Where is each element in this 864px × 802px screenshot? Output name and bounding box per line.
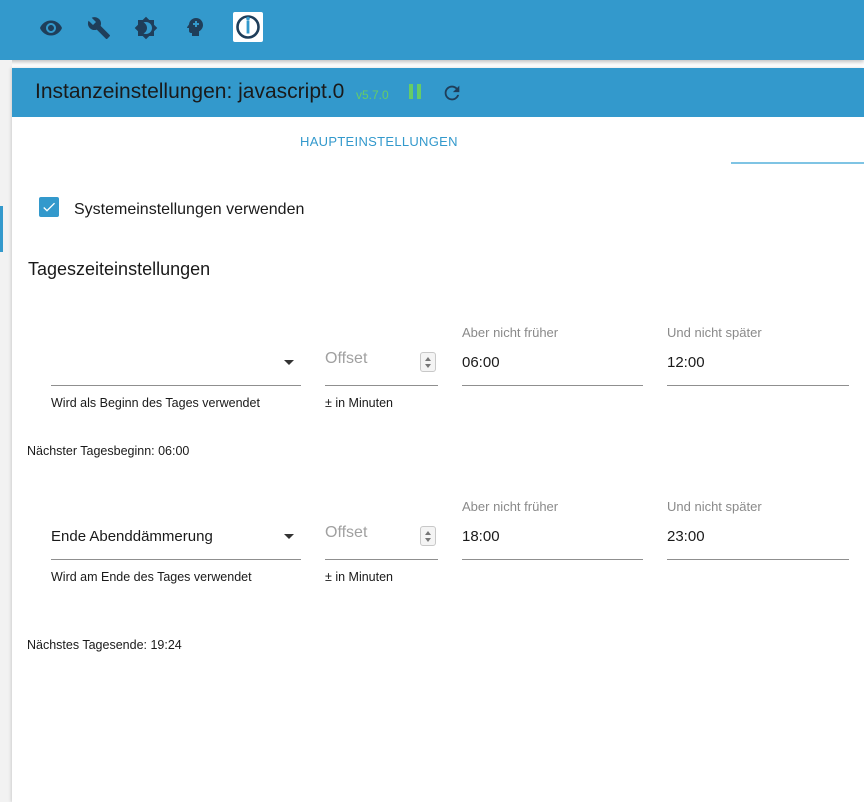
day-start-select[interactable] xyxy=(51,340,301,386)
panel-title: Instanzeinstellungen: javascript.0 xyxy=(35,80,345,103)
pause-button[interactable] xyxy=(407,83,425,101)
tab-main-settings[interactable]: HAUPTEINSTELLUNGEN xyxy=(300,134,458,149)
chevron-down-icon xyxy=(284,360,294,365)
iobroker-logo-icon xyxy=(236,15,260,39)
brightness-icon[interactable] xyxy=(132,14,160,42)
day-end-not-before-underline xyxy=(462,559,643,560)
iobroker-logo[interactable] xyxy=(233,12,263,42)
day-end-not-after-label: Und nicht später xyxy=(667,499,762,514)
day-end-select-value: Ende Abenddämmerung xyxy=(51,528,213,545)
day-end-not-before-label: Aber nicht früher xyxy=(462,499,559,514)
day-end-offset-placeholder: Offset xyxy=(325,524,368,541)
day-end-not-after-value: 23:00 xyxy=(667,528,705,545)
panel-header: Instanzeinstellungen: javascript.0 v5.7.… xyxy=(12,68,864,117)
day-end-offset-input[interactable]: Offset xyxy=(325,514,438,560)
day-start-not-before-input[interactable]: 06:00 xyxy=(462,340,643,386)
day-end-offset-helper: ± in Minuten xyxy=(325,570,394,584)
next-day-start-info: Nächster Tagesbeginn: 06:00 xyxy=(27,444,190,458)
day-start-offset-placeholder: Offset xyxy=(325,350,368,367)
version-badge: v5.7.0 xyxy=(356,88,389,102)
day-end-offset-underline xyxy=(325,559,438,560)
next-day-end-info: Nächstes Tagesende: 19:24 xyxy=(27,638,182,652)
day-start-offset-stepper[interactable] xyxy=(420,352,436,372)
reload-button[interactable] xyxy=(441,82,463,104)
eye-icon[interactable] xyxy=(37,14,65,42)
tab-indicator xyxy=(731,162,864,164)
day-start-select-helper: Wird als Beginn des Tages verwendet xyxy=(51,396,260,410)
day-start-not-after-value: 12:00 xyxy=(667,354,705,371)
day-end-not-after-input[interactable]: 23:00 xyxy=(667,514,849,560)
day-start-offset-underline xyxy=(325,385,438,386)
day-end-not-before-value: 18:00 xyxy=(462,528,500,545)
day-start-not-after-underline xyxy=(667,385,849,386)
day-end-not-before-input[interactable]: 18:00 xyxy=(462,514,643,560)
day-end-select-helper: Wird am Ende des Tages verwendet xyxy=(51,570,252,584)
day-end-select-underline xyxy=(51,559,301,560)
day-start-not-after-input[interactable]: 12:00 xyxy=(667,340,849,386)
head-icon[interactable] xyxy=(181,14,209,42)
check-icon xyxy=(43,202,55,212)
day-start-not-after-label: Und nicht später xyxy=(667,325,762,340)
day-start-not-before-label: Aber nicht früher xyxy=(462,325,559,340)
chevron-down-icon xyxy=(284,534,294,539)
use-system-settings-label: Systemeinstellungen verwenden xyxy=(74,201,305,218)
reload-icon xyxy=(444,85,460,101)
day-start-not-before-underline xyxy=(462,385,643,386)
top-toolbar xyxy=(0,0,864,60)
sidebar-active-indicator xyxy=(0,206,3,252)
day-start-offset-helper: ± in Minuten xyxy=(325,396,394,410)
instance-settings-panel: Instanzeinstellungen: javascript.0 v5.7.… xyxy=(12,68,864,802)
day-end-select[interactable]: Ende Abenddämmerung xyxy=(51,514,301,560)
left-sidebar xyxy=(0,60,12,802)
wrench-icon[interactable] xyxy=(85,14,113,42)
day-end-offset-stepper[interactable] xyxy=(420,526,436,546)
daytime-section-title: Tageszeiteinstellungen xyxy=(28,259,211,279)
day-start-select-underline xyxy=(51,385,301,386)
use-system-settings-checkbox[interactable] xyxy=(39,197,59,217)
day-start-not-before-value: 06:00 xyxy=(462,354,500,371)
day-end-not-after-underline xyxy=(667,559,849,560)
pause-icon xyxy=(409,84,413,99)
day-start-offset-input[interactable]: Offset xyxy=(325,340,438,386)
